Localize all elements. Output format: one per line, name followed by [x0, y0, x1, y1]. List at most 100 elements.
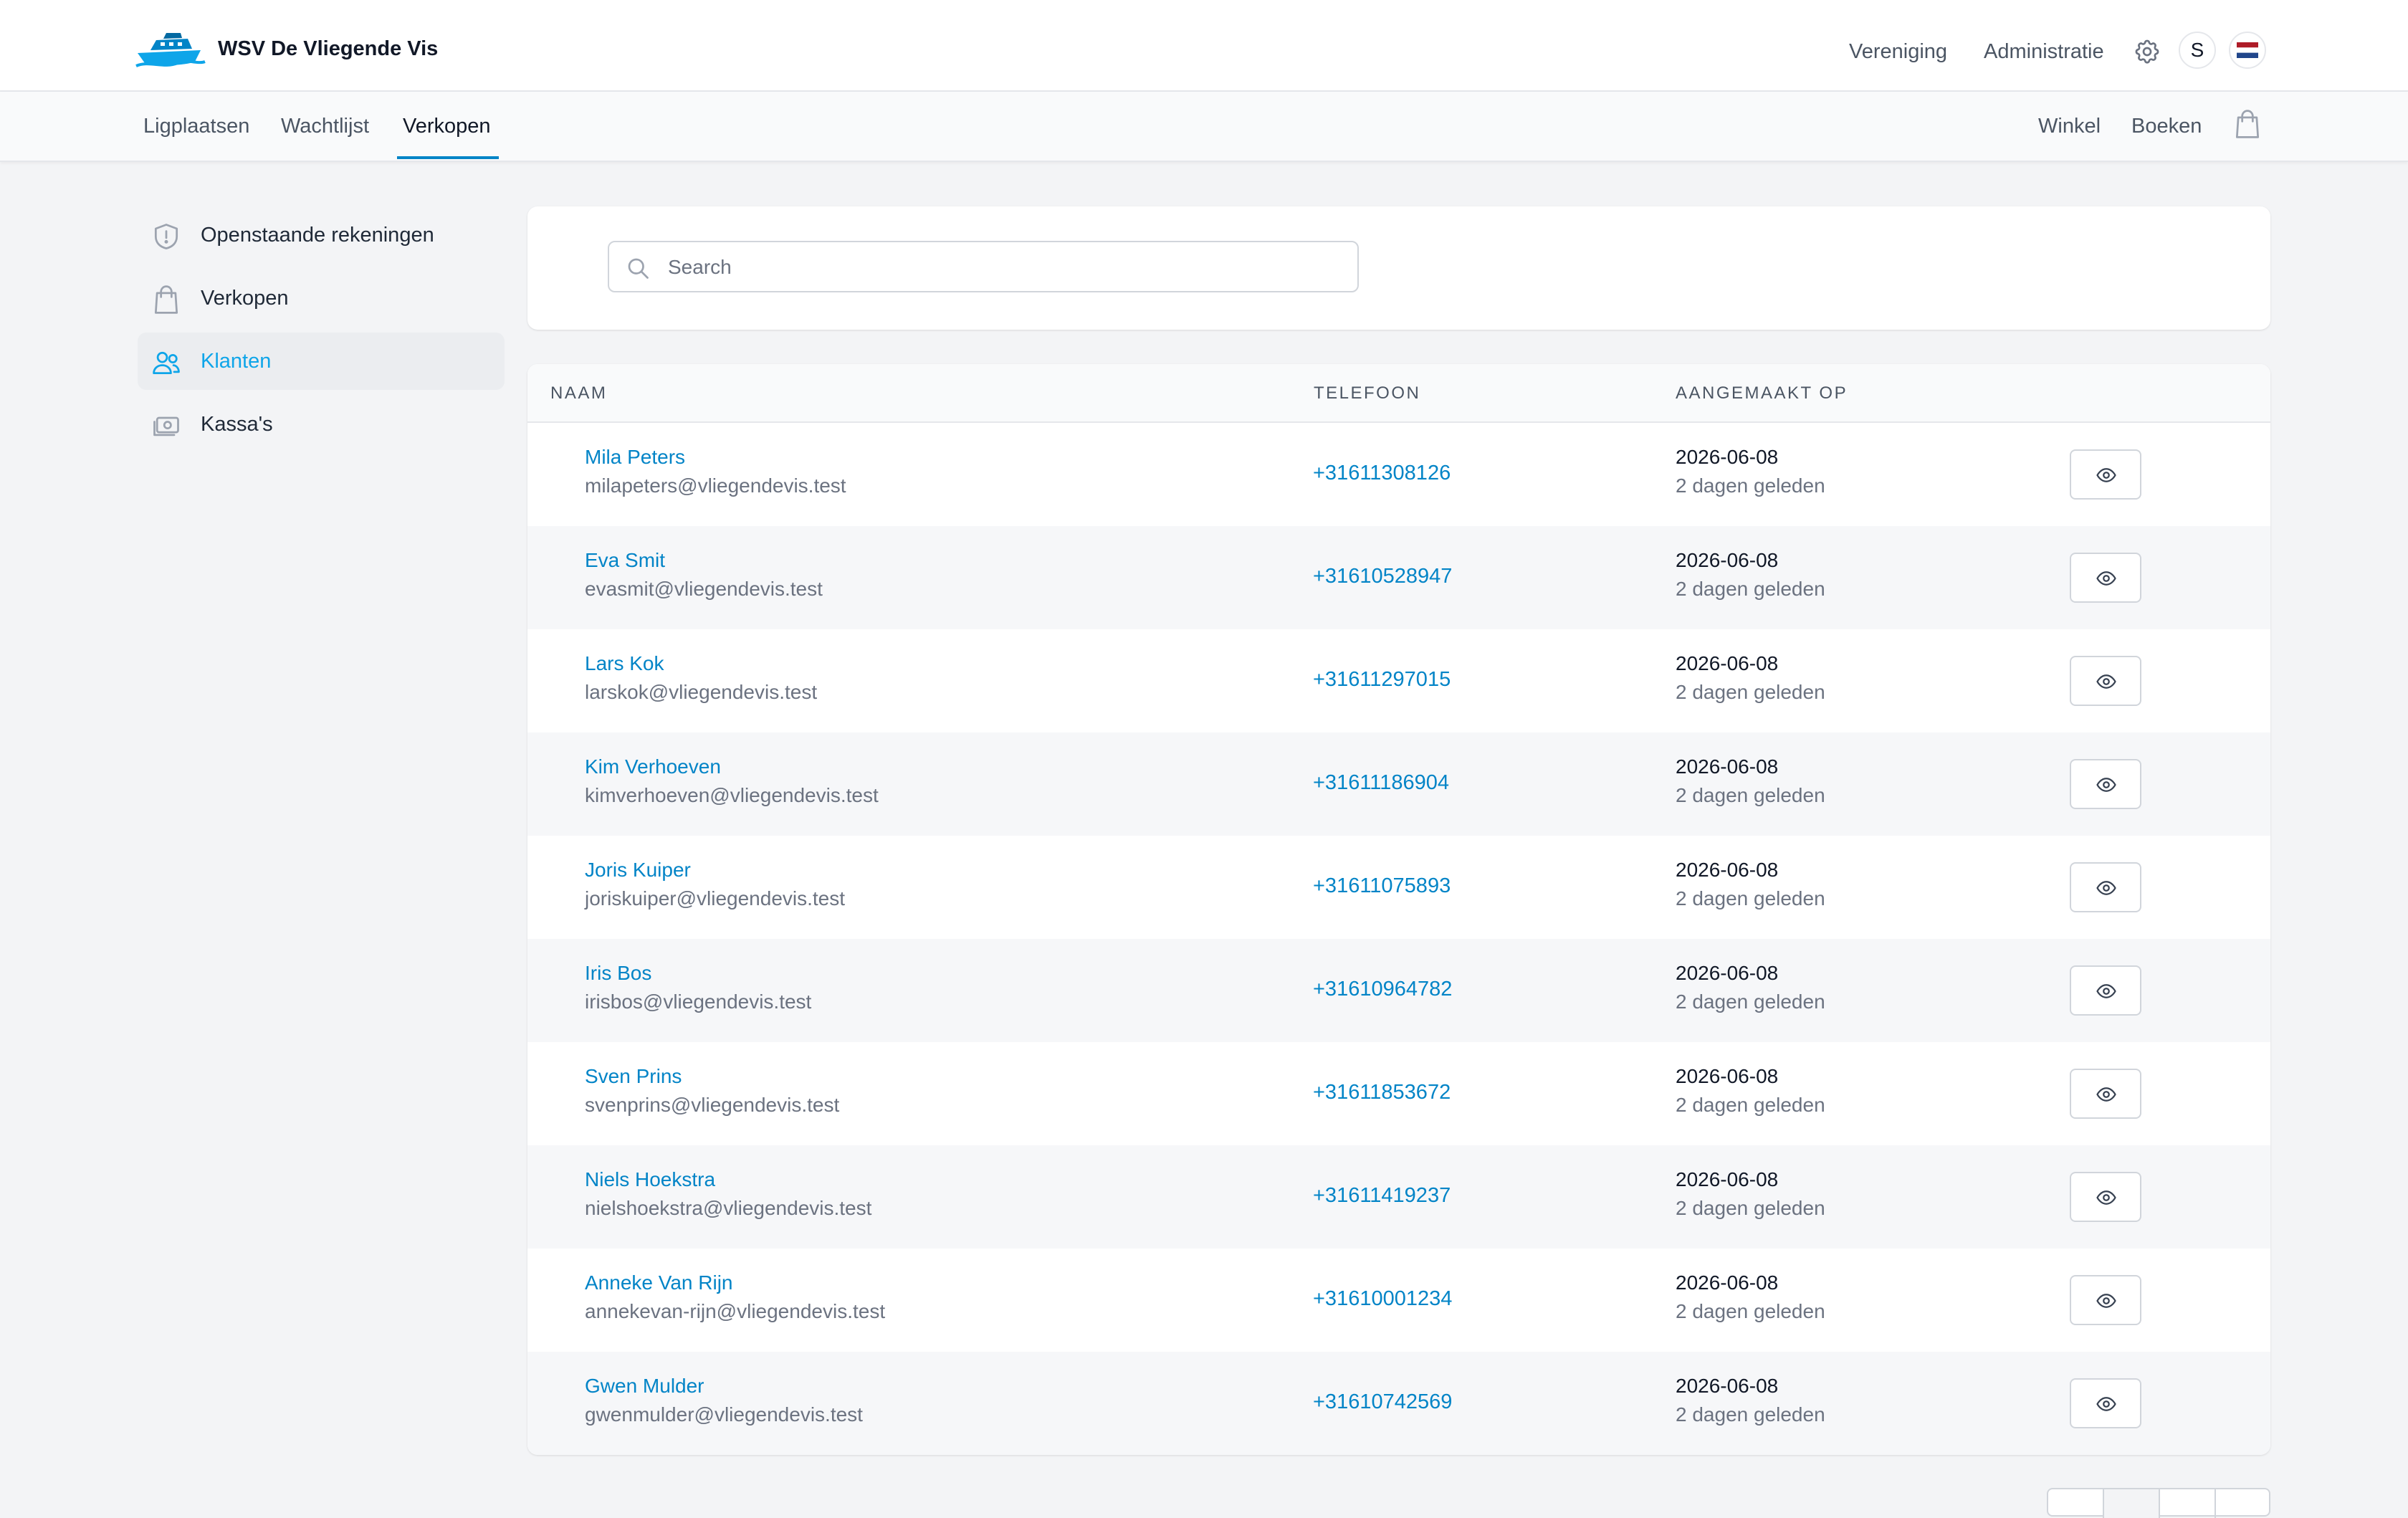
customer-name-link[interactable]: Niels Hoekstra — [585, 1168, 715, 1191]
customer-name-link[interactable]: Iris Bos — [585, 962, 651, 985]
created-date: 2026-06-08 — [1676, 446, 1779, 468]
table-row: Gwen Mulder gwenmulder@vliegendevis.test… — [527, 1352, 2270, 1455]
users-icon — [150, 347, 182, 378]
table-row: Kim Verhoeven kimverhoeven@vliegendevis.… — [527, 732, 2270, 836]
table-row: Anneke Van Rijn annekevan-rijn@vliegende… — [527, 1249, 2270, 1352]
created-relative: 2 dagen geleden — [1676, 681, 1825, 703]
tab-wachtlijst[interactable]: Wachtlijst — [281, 115, 369, 138]
created-date: 2026-06-08 — [1676, 755, 1779, 778]
created-date: 2026-06-08 — [1676, 859, 1779, 881]
customer-phone-link[interactable]: +31611075893 — [1313, 874, 1451, 898]
customer-phone-link[interactable]: +31611419237 — [1313, 1184, 1451, 1208]
tab-ligplaatsen[interactable]: Ligplaatsen — [143, 115, 249, 138]
view-button[interactable] — [2070, 553, 2141, 603]
customer-name-link[interactable]: Joris Kuiper — [585, 859, 691, 882]
sidebar-item-openstaande-rekeningen[interactable]: Openstaande rekeningen — [138, 206, 505, 264]
column-header-telefoon[interactable]: TELEFOON — [1314, 383, 1420, 404]
view-button[interactable] — [2070, 1069, 2141, 1119]
created-relative: 2 dagen geleden — [1676, 990, 1825, 1013]
customer-phone-link[interactable]: +31610001234 — [1313, 1287, 1452, 1311]
customer-email: milapeters@vliegendevis.test — [585, 474, 846, 497]
customer-phone-link[interactable]: +31610528947 — [1313, 565, 1452, 588]
customer-name-link[interactable]: Eva Smit — [585, 549, 665, 572]
sidebar-item-kassas[interactable]: Kassa's — [138, 396, 505, 453]
customer-name-link[interactable]: Mila Peters — [585, 446, 685, 469]
pagination — [2047, 1488, 2272, 1518]
created-relative: 2 dagen geleden — [1676, 1403, 1825, 1426]
search-input[interactable] — [666, 249, 1343, 285]
created-date: 2026-06-08 — [1676, 652, 1779, 674]
created-date: 2026-06-08 — [1676, 962, 1779, 984]
view-button[interactable] — [2070, 862, 2141, 912]
sidebar-item-verkopen[interactable]: Verkopen — [138, 269, 505, 327]
view-button[interactable] — [2070, 1172, 2141, 1222]
customer-name-link[interactable]: Sven Prins — [585, 1065, 682, 1088]
customer-email: gwenmulder@vliegendevis.test — [585, 1403, 863, 1426]
column-header-aangemaakt-op[interactable]: AANGEMAAKT OP — [1676, 383, 1848, 404]
created-relative: 2 dagen geleden — [1676, 784, 1825, 806]
customer-name-link[interactable]: Anneke Van Rijn — [585, 1271, 733, 1294]
sidebar-item-label: Kassa's — [201, 413, 273, 436]
table-row: Joris Kuiper joriskuiper@vliegendevis.te… — [527, 836, 2270, 939]
customer-phone-link[interactable]: +31611297015 — [1313, 668, 1451, 692]
pagination-page-button[interactable] — [2104, 1489, 2160, 1518]
sidebar-item-label: Klanten — [201, 350, 272, 373]
customer-email: nielshoekstra@vliegendevis.test — [585, 1197, 872, 1219]
nav-boeken[interactable]: Boeken — [2131, 115, 2202, 138]
created-date: 2026-06-08 — [1676, 1375, 1779, 1397]
pagination-next-button[interactable] — [2216, 1489, 2272, 1518]
gear-icon[interactable] — [2133, 37, 2161, 66]
view-button[interactable] — [2070, 1378, 2141, 1428]
created-relative: 2 dagen geleden — [1676, 474, 1825, 497]
view-button[interactable] — [2070, 656, 2141, 706]
nav-administratie[interactable]: Administratie — [1984, 40, 2104, 64]
customer-phone-link[interactable]: +31611853672 — [1313, 1081, 1451, 1104]
pagination-page-button[interactable] — [2160, 1489, 2216, 1518]
shopping-bag-icon[interactable] — [2232, 108, 2263, 140]
shopping-bag-icon — [150, 284, 182, 315]
customer-email: larskok@vliegendevis.test — [585, 681, 818, 703]
created-date: 2026-06-08 — [1676, 549, 1779, 571]
sub-navigation: Ligplaatsen Wachtlijst Verkopen Winkel B… — [0, 92, 2408, 162]
eye-icon — [2096, 464, 2117, 486]
created-date: 2026-06-08 — [1676, 1271, 1779, 1294]
customer-phone-link[interactable]: +31610964782 — [1313, 978, 1452, 1001]
nav-vereniging[interactable]: Vereniging — [1849, 40, 1947, 64]
table-row: Iris Bos irisbos@vliegendevis.test +3161… — [527, 939, 2270, 1042]
nav-winkel[interactable]: Winkel — [2038, 115, 2101, 138]
language-button[interactable] — [2229, 32, 2266, 69]
search-icon — [625, 255, 651, 281]
customer-email: joriskuiper@vliegendevis.test — [585, 887, 846, 910]
sidebar-item-klanten[interactable]: Klanten — [138, 333, 505, 390]
customer-phone-link[interactable]: +31611186904 — [1313, 771, 1449, 795]
table-header: NAAM TELEFOON AANGEMAAKT OP — [527, 364, 2270, 423]
search-box[interactable] — [608, 241, 1359, 292]
customer-name-link[interactable]: Gwen Mulder — [585, 1375, 704, 1398]
eye-icon — [2096, 877, 2117, 899]
customer-name-link[interactable]: Kim Verhoeven — [585, 755, 721, 778]
tab-verkopen[interactable]: Verkopen — [403, 115, 491, 138]
eye-icon — [2096, 1393, 2117, 1415]
view-button[interactable] — [2070, 449, 2141, 500]
customer-email: svenprins@vliegendevis.test — [585, 1094, 840, 1116]
customer-phone-link[interactable]: +31610742569 — [1313, 1390, 1452, 1414]
boat-logo-icon[interactable] — [135, 29, 206, 69]
table-row: Eva Smit evasmit@vliegendevis.test +3161… — [527, 526, 2270, 629]
customer-email: kimverhoeven@vliegendevis.test — [585, 784, 879, 806]
customer-phone-link[interactable]: +31611308126 — [1313, 462, 1451, 485]
view-button[interactable] — [2070, 1275, 2141, 1325]
customer-email: irisbos@vliegendevis.test — [585, 990, 812, 1013]
avatar[interactable]: S — [2179, 32, 2216, 69]
view-button[interactable] — [2070, 965, 2141, 1016]
eye-icon — [2096, 980, 2117, 1002]
view-button[interactable] — [2070, 759, 2141, 809]
brand-name[interactable]: WSV De Vliegende Vis — [218, 37, 438, 61]
cash-icon — [150, 410, 182, 441]
pagination-prev-button[interactable] — [2048, 1489, 2104, 1518]
created-relative: 2 dagen geleden — [1676, 1300, 1825, 1322]
shield-exclamation-icon — [150, 221, 182, 252]
eye-icon — [2096, 568, 2117, 589]
column-header-naam[interactable]: NAAM — [550, 383, 607, 404]
netherlands-flag-icon — [2237, 42, 2258, 58]
customer-name-link[interactable]: Lars Kok — [585, 652, 664, 675]
